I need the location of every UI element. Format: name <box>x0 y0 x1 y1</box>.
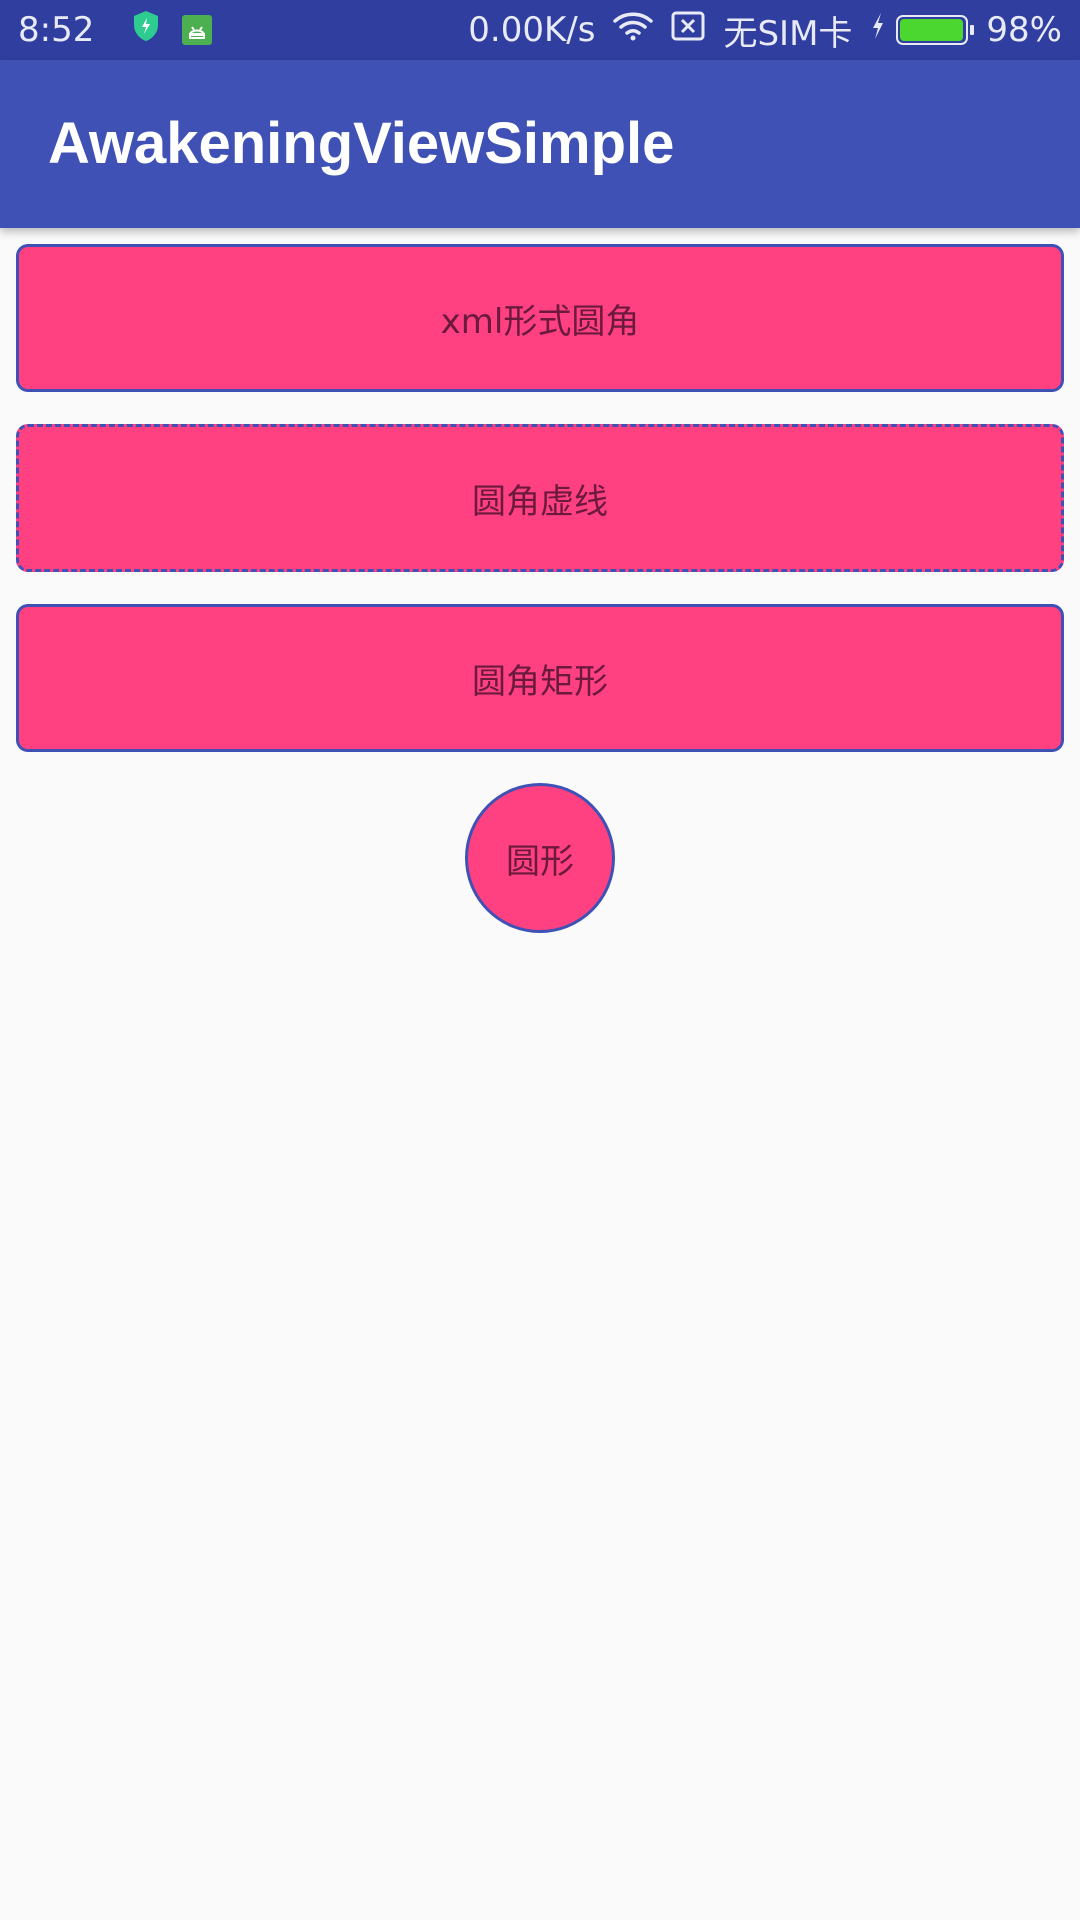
rounded-dashed-button[interactable]: 圆角虚线 <box>16 424 1064 572</box>
xml-rounded-button[interactable]: xml形式圆角 <box>16 244 1064 392</box>
status-bar-left: 8:52 <box>18 0 213 60</box>
android-icon <box>182 15 213 45</box>
rounded-rect-button-label: 圆角矩形 <box>472 661 608 702</box>
rounded-rect-button[interactable]: 圆角矩形 <box>16 604 1064 752</box>
app-bar: AwakeningViewSimple <box>0 60 1080 228</box>
wifi-icon <box>613 10 654 50</box>
rounded-dashed-button-label: 圆角虚线 <box>472 481 608 522</box>
sim-status: 无SIM卡 <box>723 13 853 54</box>
circle-button[interactable]: 圆形 <box>465 783 615 933</box>
battery-cap <box>970 25 975 35</box>
status-time: 8:52 <box>18 10 95 50</box>
sim-icon <box>671 10 705 50</box>
battery-fill <box>900 19 964 41</box>
battery-icon <box>896 15 975 45</box>
status-bar-right: 0.00K/s 无SIM卡 98% <box>450 0 1062 60</box>
network-speed: 0.00K/s <box>468 10 596 50</box>
charging-icon <box>870 10 886 50</box>
xml-rounded-button-label: xml形式圆角 <box>440 301 640 342</box>
shield-icon <box>132 10 160 51</box>
app-title: AwakeningViewSimple <box>48 111 675 176</box>
battery-body <box>896 15 969 45</box>
circle-button-label: 圆形 <box>506 841 574 882</box>
battery-percent: 98% <box>986 10 1062 50</box>
status-bar: 8:52 0.00K/s 无SIM卡 98% <box>0 0 1080 60</box>
